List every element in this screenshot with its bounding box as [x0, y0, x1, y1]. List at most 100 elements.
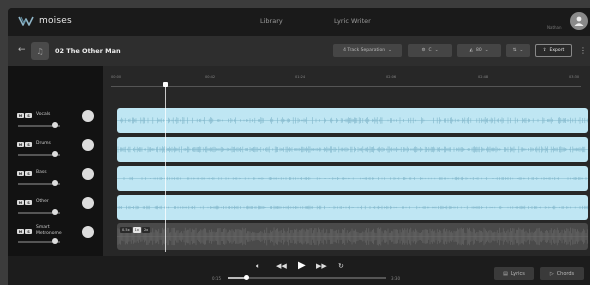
- ruler-line: [111, 86, 581, 87]
- track-name: Bass: [36, 170, 47, 175]
- track-control-vocals: MS Vocals: [8, 110, 103, 139]
- mute-button[interactable]: M: [17, 200, 24, 205]
- track-name: Other: [36, 199, 49, 204]
- more-options-icon[interactable]: ⋮: [579, 46, 587, 55]
- key-button[interactable]: ⚙ C ⌄: [408, 44, 452, 57]
- transport-bar: 🔈︎ ◀◀ ▶ ▶▶ ↻ 0:15 3:30 ▤ Lyrics ▷ Chords: [8, 256, 590, 285]
- chevron-down-icon: ⌄: [484, 48, 489, 53]
- chords-label: Chords: [556, 270, 575, 277]
- tick-label: 00:00: [111, 75, 122, 79]
- pitch-button[interactable]: ⇅ ⌄: [506, 44, 530, 57]
- tick-label: 01:24: [295, 75, 306, 79]
- waveform-area[interactable]: 00:00 00:42 01:24 02:06 02:48 03:30 0.5x…: [103, 66, 590, 256]
- pan-knob[interactable]: [82, 110, 94, 122]
- solo-button[interactable]: S: [25, 200, 32, 205]
- lyrics-label: Lyrics: [510, 270, 525, 277]
- mixer-panel: MS Vocals MS Drums MS Bass MS Other M S …: [8, 66, 103, 256]
- waveform-vocals-svg: [117, 117, 588, 124]
- track-control-metronome: MS Smart Metronome: [8, 225, 103, 255]
- timeline-ruler[interactable]: 00:00 00:42 01:24 02:06 02:48 03:30: [103, 66, 590, 96]
- moises-logo-icon: [18, 16, 34, 26]
- tick-label: 02:06: [386, 75, 397, 79]
- pan-knob[interactable]: [82, 197, 94, 209]
- track-control-other: MS Other: [8, 197, 103, 226]
- pan-knob[interactable]: [82, 226, 94, 238]
- track-name: Drums: [36, 141, 51, 146]
- mute-button[interactable]: M: [17, 229, 24, 234]
- lyrics-button[interactable]: ▤ Lyrics: [494, 267, 534, 280]
- progress-handle[interactable]: [244, 275, 250, 280]
- volume-slider-handle[interactable]: [52, 122, 58, 128]
- user-icon: [574, 16, 584, 26]
- key-value: C: [428, 48, 432, 53]
- volume-slider-handle[interactable]: [52, 238, 58, 244]
- music-note-icon: ♫: [36, 46, 44, 56]
- speed-option[interactable]: 2x: [141, 227, 151, 233]
- volume-slider-handle[interactable]: [52, 209, 58, 215]
- metronome-speed-selector: 0.5x 1x 2x: [120, 227, 151, 233]
- solo-button[interactable]: S: [25, 171, 32, 176]
- app-window: moises Library Lyric Writer Nathan ← ♫ 0…: [8, 8, 590, 285]
- current-time: 0:15: [212, 276, 221, 281]
- export-label: Export: [549, 48, 565, 53]
- track-control-bass: MS Bass: [8, 168, 103, 197]
- nav-library-link[interactable]: Library: [260, 17, 283, 25]
- separation-dropdown[interactable]: 4 Track Separation ⌄: [333, 44, 402, 57]
- brand-name: moises: [39, 16, 72, 26]
- top-nav: moises Library Lyric Writer Nathan: [8, 8, 590, 36]
- avatar[interactable]: [570, 12, 588, 30]
- tick-label: 02:48: [478, 75, 489, 79]
- chords-button[interactable]: ▷ Chords: [540, 267, 584, 280]
- waveform-bass-svg: [117, 176, 588, 181]
- mute-button[interactable]: M: [17, 171, 24, 176]
- chevron-down-icon: ⌄: [388, 48, 392, 53]
- song-title: 02 The Other Man: [55, 47, 121, 55]
- solo-button[interactable]: S: [25, 113, 32, 118]
- separation-label: 4 Track Separation: [343, 48, 386, 53]
- track-name: Vocals: [36, 112, 51, 117]
- solo-button[interactable]: S: [25, 142, 32, 147]
- sliders-icon: ⚙: [421, 48, 426, 53]
- waveform-metronome[interactable]: 0.5x 1x 2x: [117, 223, 588, 250]
- volume-slider-handle[interactable]: [52, 151, 58, 157]
- metronome-icon: ◭: [469, 48, 473, 53]
- pitch-icon: ⇅: [512, 48, 517, 53]
- export-icon: ⇪: [542, 48, 547, 53]
- logo[interactable]: moises: [18, 15, 72, 27]
- total-time: 3:30: [391, 276, 400, 281]
- waveform-metronome-svg: [117, 227, 588, 246]
- progress-bar[interactable]: [228, 275, 386, 280]
- user-name: Nathan: [547, 25, 562, 30]
- play-icon[interactable]: ▶: [298, 260, 306, 271]
- track-control-drums: MS Drums: [8, 139, 103, 168]
- lyrics-icon: ▤: [503, 270, 508, 277]
- loop-icon[interactable]: ↻: [338, 262, 344, 270]
- nav-lyric-writer-link[interactable]: Lyric Writer: [334, 17, 371, 25]
- rewind-icon[interactable]: ◀◀: [276, 262, 287, 270]
- tempo-button[interactable]: ◭ 80 ⌄: [457, 44, 501, 57]
- volume-icon[interactable]: 🔈︎: [256, 262, 260, 270]
- song-thumbnail: ♫: [31, 42, 49, 60]
- export-button[interactable]: ⇪ Export: [535, 44, 572, 57]
- song-header: ← ♫ 02 The Other Man 4 Track Separation …: [8, 36, 590, 66]
- track-name: Smart Metronome: [36, 225, 62, 236]
- chevron-down-icon: ⌄: [434, 48, 439, 53]
- pan-knob[interactable]: [82, 139, 94, 151]
- volume-slider-handle[interactable]: [52, 180, 58, 186]
- tick-label: 00:42: [205, 75, 216, 79]
- mute-button[interactable]: M: [17, 113, 24, 118]
- waveform-vocals[interactable]: [117, 108, 588, 133]
- speed-option-active[interactable]: 1x: [132, 227, 141, 233]
- chords-icon: ▷: [549, 270, 554, 277]
- waveform-other[interactable]: [117, 195, 588, 220]
- back-arrow-icon[interactable]: ←: [18, 46, 26, 55]
- mute-button[interactable]: M: [17, 142, 24, 147]
- tempo-value: 80: [475, 48, 482, 53]
- waveform-drums[interactable]: [117, 137, 588, 162]
- solo-button[interactable]: S: [25, 229, 32, 234]
- forward-icon[interactable]: ▶▶: [316, 262, 327, 270]
- pan-knob[interactable]: [82, 168, 94, 180]
- waveform-bass[interactable]: [117, 166, 588, 191]
- waveform-other-svg: [117, 205, 588, 210]
- speed-option[interactable]: 0.5x: [120, 227, 132, 233]
